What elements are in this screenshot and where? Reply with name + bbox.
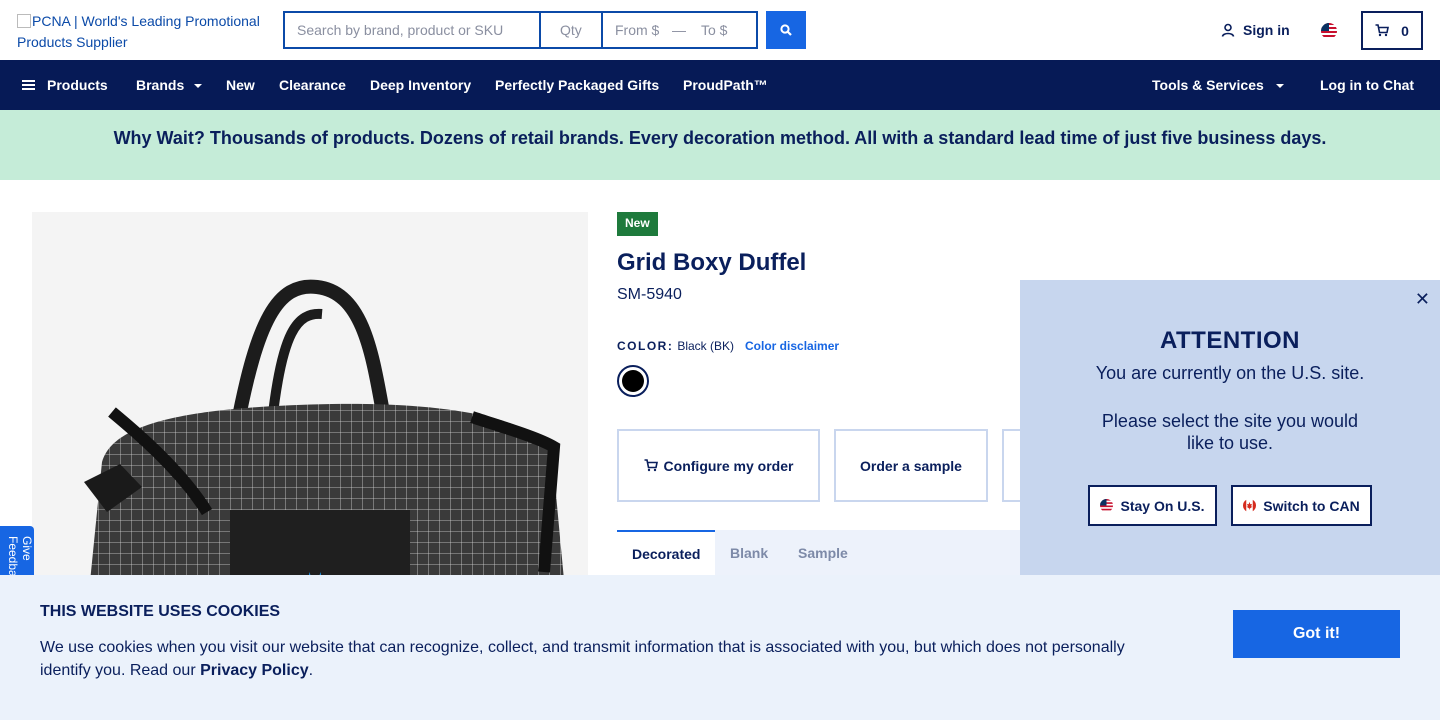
- cart-icon: [644, 459, 658, 472]
- qty-input[interactable]: Qty: [541, 13, 603, 47]
- configure-order-label: Configure my order: [663, 457, 794, 474]
- nav-brands-label: Brands: [136, 77, 185, 93]
- nav-deep-inventory[interactable]: Deep Inventory: [370, 60, 471, 110]
- us-flag-icon: [1100, 499, 1114, 512]
- canada-flag-icon: [1243, 499, 1257, 512]
- stay-us-label: Stay On U.S.: [1120, 497, 1205, 514]
- user-icon: [1221, 23, 1235, 37]
- caret-down-icon: [194, 84, 203, 88]
- color-swatch-black[interactable]: [617, 365, 649, 397]
- dialog-title: ATTENTION: [1159, 327, 1301, 354]
- region-select-dialog: ✕ ATTENTION You are currently on the U.S…: [1020, 280, 1440, 576]
- us-flag-icon[interactable]: [1321, 23, 1337, 39]
- nav-log-in-to-chat[interactable]: Log in to Chat: [1320, 60, 1414, 110]
- search-icon: [780, 24, 792, 36]
- menu-icon: [22, 78, 35, 92]
- order-sample-button[interactable]: Order a sample: [834, 429, 988, 502]
- color-disclaimer-link[interactable]: Color disclaimer: [745, 339, 839, 353]
- nav-products[interactable]: Products: [22, 60, 108, 110]
- switch-can-label: Switch to CAN: [1263, 497, 1360, 514]
- cookie-title: THIS WEBSITE USES COOKIES: [40, 603, 281, 620]
- cookie-banner: THIS WEBSITE USES COOKIES We use cookies…: [0, 575, 1440, 720]
- nav-tools-services[interactable]: Tools & Services: [1152, 60, 1284, 110]
- nav-tools-label: Tools & Services: [1152, 77, 1264, 93]
- cookie-message: We use cookies when you visit our websit…: [40, 636, 1150, 682]
- nav-new[interactable]: New: [226, 60, 255, 110]
- nav-proudpath[interactable]: ProudPath™: [683, 60, 768, 110]
- color-label: COLOR:: [617, 339, 674, 353]
- cookie-message-period: .: [308, 662, 314, 679]
- nav-perfectly-packaged-gifts[interactable]: Perfectly Packaged Gifts: [495, 60, 659, 110]
- duffel-bag-image: [84, 279, 567, 612]
- price-to-input[interactable]: To $: [691, 13, 751, 47]
- cookie-accept-button[interactable]: Got it!: [1233, 610, 1400, 658]
- sign-in-label: Sign in: [1243, 22, 1290, 38]
- nav-products-label: Products: [47, 77, 108, 93]
- product-sku: SM-5940: [617, 286, 682, 303]
- top-header: PCNA | World's Leading Promotional Produ…: [0, 0, 1440, 60]
- search-input[interactable]: Search by brand, product or SKU: [285, 13, 541, 47]
- tab-sample[interactable]: Sample: [798, 530, 848, 576]
- price-range-dash: —: [672, 22, 686, 38]
- new-badge: New: [617, 212, 658, 236]
- cart-button[interactable]: 0: [1361, 11, 1423, 50]
- color-value: Black (BK): [677, 339, 735, 353]
- privacy-policy-link[interactable]: Privacy Policy: [200, 662, 309, 679]
- price-from-input[interactable]: From $: [603, 13, 667, 47]
- caret-down-icon: [1275, 84, 1284, 88]
- order-type-tabs: Decorated Blank Sample: [617, 530, 1037, 576]
- logo-alt-text: PCNA | World's Leading Promotional Produ…: [17, 13, 260, 50]
- promo-banner: Why Wait? Thousands of products. Dozens …: [0, 110, 1440, 180]
- close-icon[interactable]: ✕: [1415, 289, 1430, 310]
- dialog-current-site: You are currently on the U.S. site.: [1095, 363, 1365, 383]
- configure-order-button[interactable]: Configure my order: [617, 429, 820, 502]
- dialog-instructions: Please select the site you would like to…: [1101, 411, 1359, 453]
- stay-us-button[interactable]: Stay On U.S.: [1088, 485, 1217, 526]
- logo-link[interactable]: PCNA | World's Leading Promotional Produ…: [17, 11, 277, 53]
- product-image[interactable]: [32, 212, 588, 612]
- sign-in-link[interactable]: Sign in: [1221, 22, 1290, 38]
- search-button[interactable]: [766, 11, 806, 49]
- tab-blank[interactable]: Blank: [730, 530, 768, 576]
- search-form: Search by brand, product or SKU Qty From…: [283, 11, 758, 49]
- main-nav: Products Brands New Clearance Deep Inven…: [0, 60, 1440, 110]
- broken-image-icon: [17, 14, 31, 28]
- product-title: Grid Boxy Duffel: [617, 249, 807, 276]
- nav-brands[interactable]: Brands: [136, 60, 203, 110]
- swatch-dot: [622, 370, 644, 392]
- cart-count: 0: [1401, 22, 1409, 39]
- tab-decorated[interactable]: Decorated: [617, 530, 716, 576]
- switch-can-button[interactable]: Switch to CAN: [1231, 485, 1372, 526]
- cart-icon: [1375, 24, 1390, 37]
- color-row: COLOR: Black (BK) Color disclaimer: [617, 339, 839, 353]
- promo-banner-text: Why Wait? Thousands of products. Dozens …: [113, 127, 1327, 148]
- nav-clearance[interactable]: Clearance: [279, 60, 346, 110]
